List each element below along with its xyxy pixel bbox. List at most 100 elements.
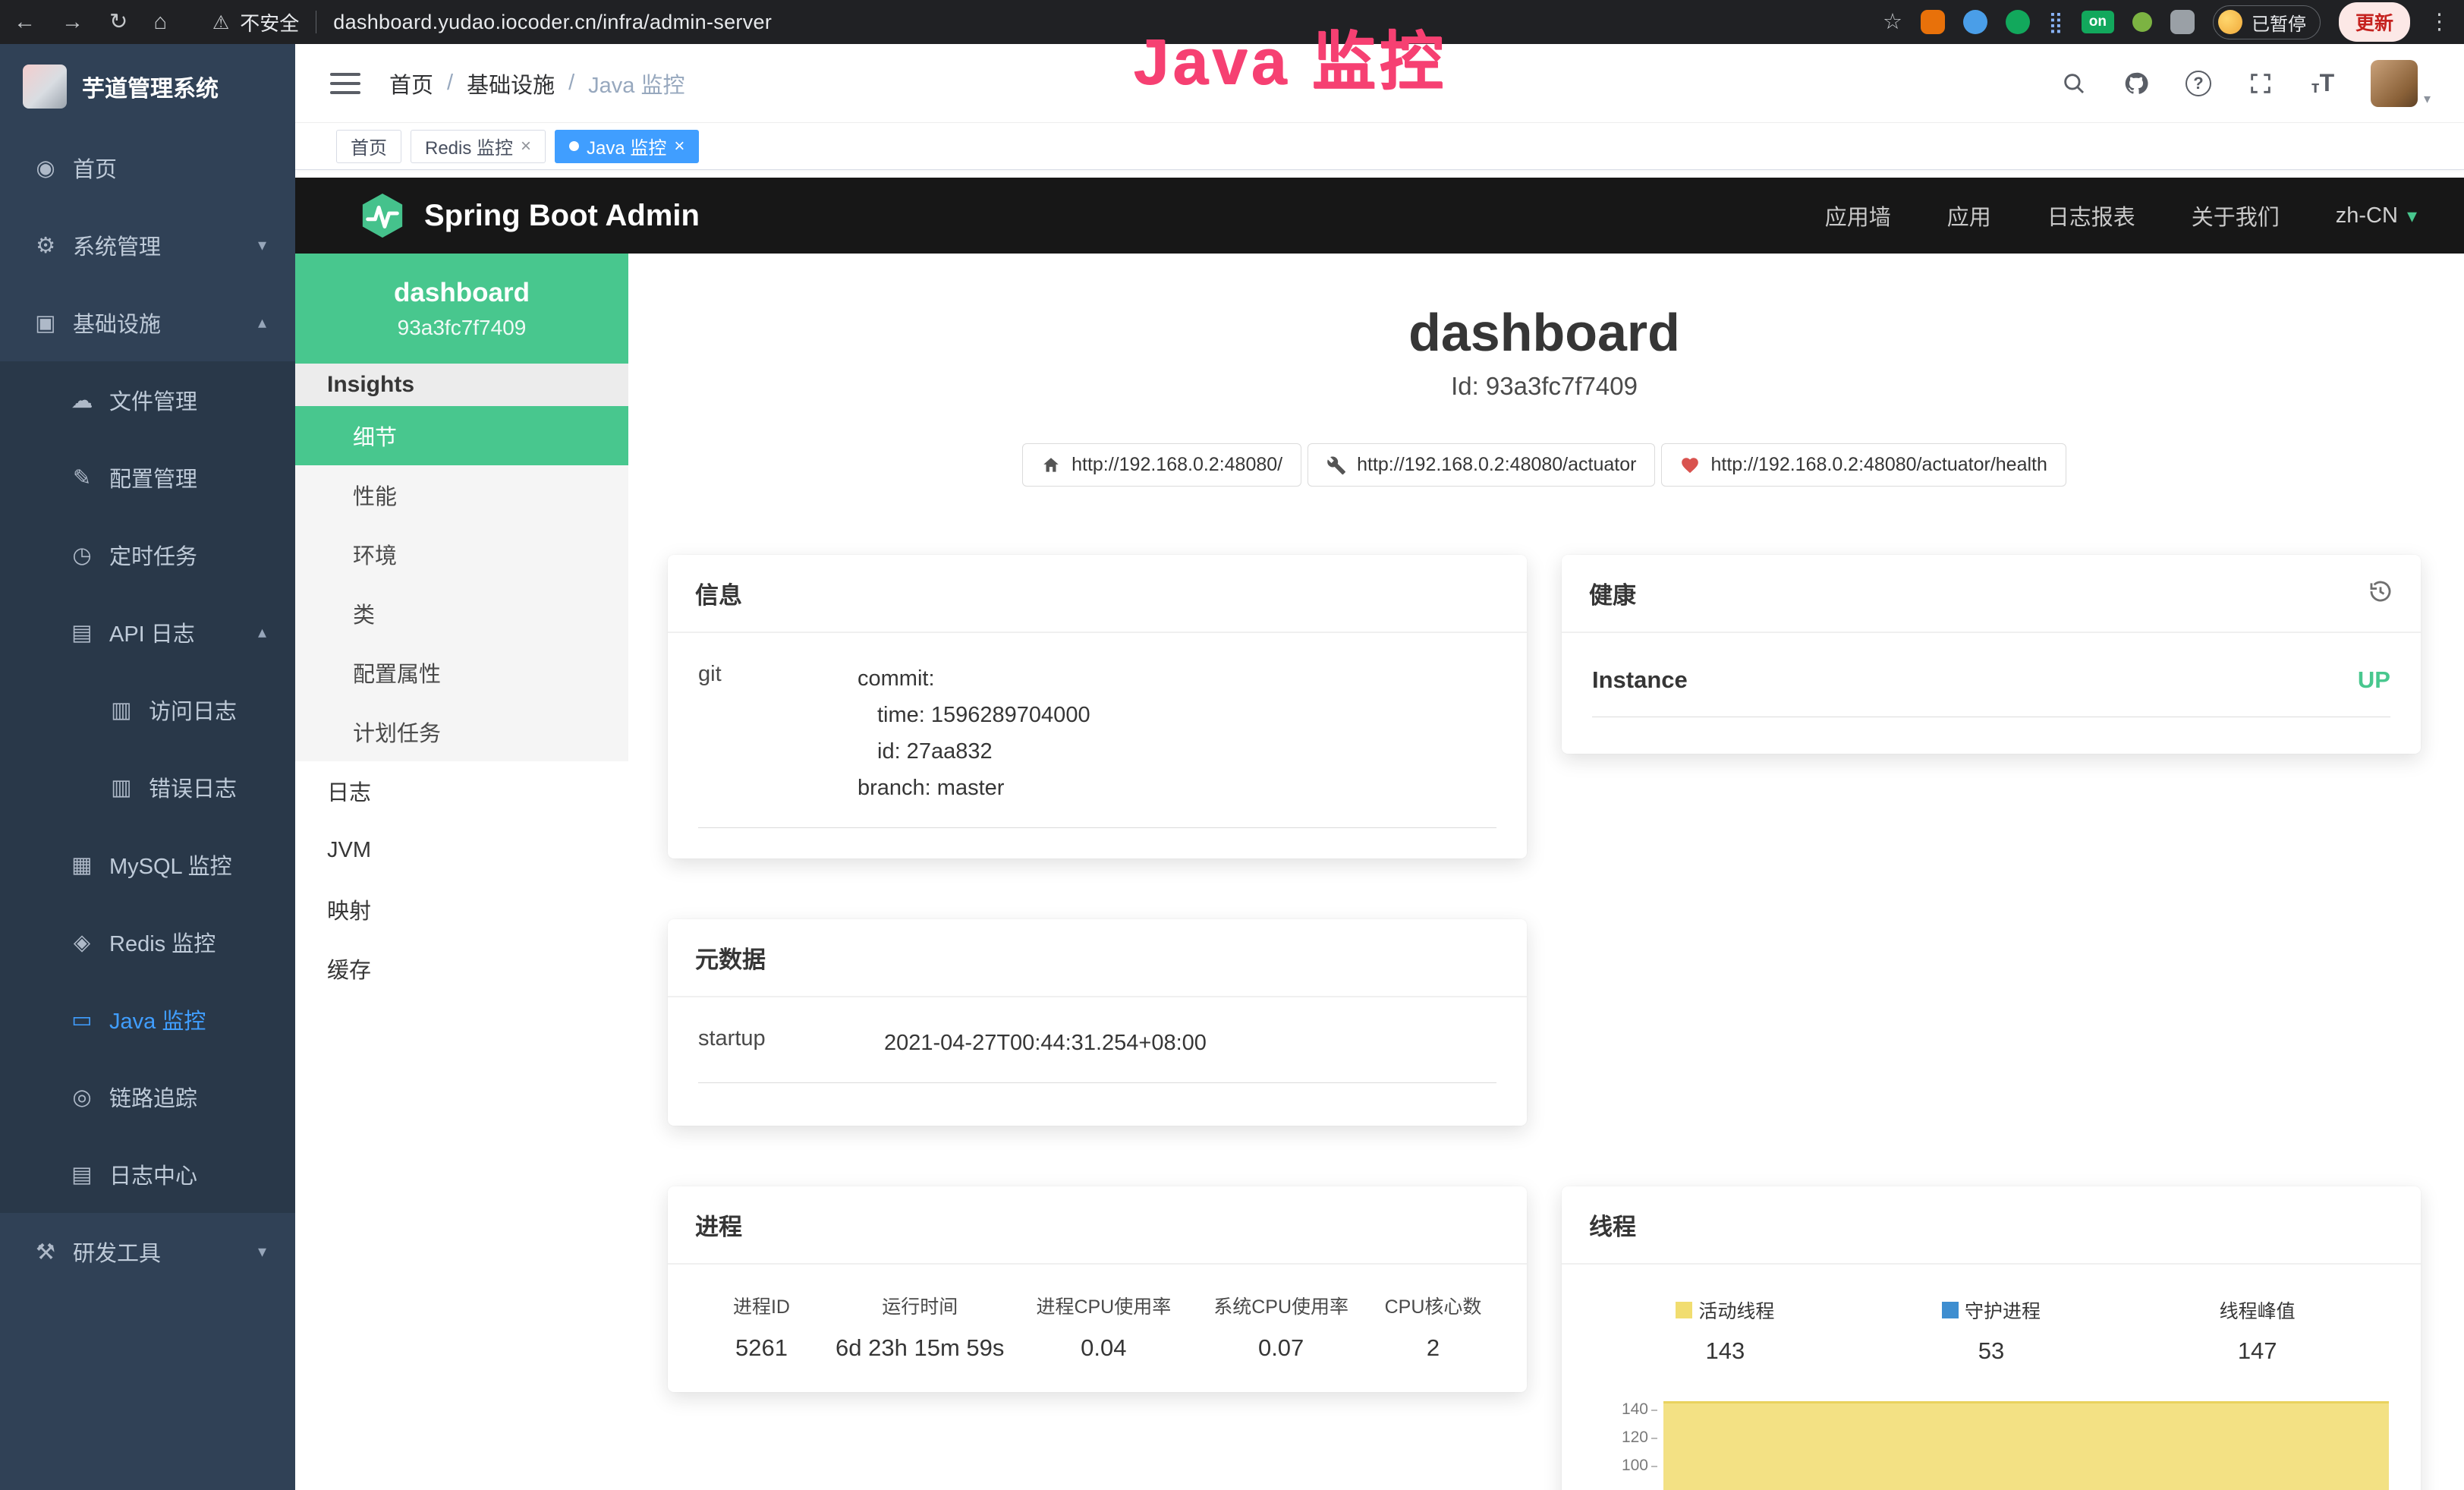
chevron-up-icon: ▴ xyxy=(258,313,266,332)
sidebar-item-api-logs[interactable]: ▤ API 日志 ▴ xyxy=(0,594,295,671)
sidebar-item-scheduled-tasks[interactable]: ◷ 定时任务 xyxy=(0,516,295,594)
update-button[interactable]: 更新 xyxy=(2339,2,2410,42)
sba-brand[interactable]: Spring Boot Admin xyxy=(359,192,700,239)
legend-swatch-blue xyxy=(1942,1302,1959,1318)
y-tick: 120 xyxy=(1592,1423,1659,1451)
sba-nav-applications[interactable]: 应用 xyxy=(1947,200,1991,232)
infrastructure-submenu: ☁ 文件管理 ✎ 配置管理 ◷ 定时任务 ▤ API 日志 ▴ xyxy=(0,361,295,1213)
sba-nav-about[interactable]: 关于我们 xyxy=(2192,200,2280,232)
sba-item-mappings[interactable]: 映射 xyxy=(295,880,628,939)
sba-nav-journal[interactable]: 日志报表 xyxy=(2047,200,2135,232)
sidebar-item-log-center[interactable]: ▤ 日志中心 xyxy=(0,1136,295,1213)
tab-java-monitor[interactable]: Java 监控 xyxy=(555,130,699,163)
sba-item-jvm[interactable]: JVM xyxy=(295,821,628,880)
bookmark-star-icon[interactable] xyxy=(1883,11,1902,33)
tab-home[interactable]: 首页 xyxy=(336,130,401,163)
app-title: 芋道管理系统 xyxy=(82,70,219,103)
extension-icon-1[interactable] xyxy=(1921,10,1945,34)
sba-item-details[interactable]: 细节 xyxy=(295,406,628,465)
row-label: startup xyxy=(698,1025,884,1061)
url-text[interactable]: dashboard.yudao.iocoder.cn/infra/admin-s… xyxy=(333,11,772,34)
avatar[interactable] xyxy=(2371,60,2418,107)
sidebar-item-label: 访问日志 xyxy=(149,694,237,726)
sidebar-item-error-logs[interactable]: ▥ 错误日志 xyxy=(0,748,295,826)
sidebar-item-label: 基础设施 xyxy=(73,307,161,339)
sba-brand-title: Spring Boot Admin xyxy=(424,199,700,233)
sidebar-item-infrastructure[interactable]: ▣ 基础设施 ▴ xyxy=(0,284,295,361)
git-id-line: id: 27aa832 xyxy=(858,733,1090,770)
sidebar-item-system-management[interactable]: ⚙ 系统管理 ▾ xyxy=(0,206,295,284)
actuator-url-link[interactable]: http://192.168.0.2:48080/actuator xyxy=(1308,443,1655,487)
address-bar[interactable]: 不安全 dashboard.yudao.iocoder.cn/infra/adm… xyxy=(212,8,772,36)
row-label: git xyxy=(698,660,858,806)
tab-label: Java 监控 xyxy=(587,133,666,159)
stat-label: 进程ID xyxy=(698,1292,825,1319)
security-label[interactable]: 不安全 xyxy=(240,8,299,36)
help-icon[interactable] xyxy=(2184,69,2213,98)
sba-item-config-props[interactable]: 配置属性 xyxy=(295,643,628,702)
extension-icon-3[interactable] xyxy=(2006,10,2030,34)
sidebar-item-file-management[interactable]: ☁ 文件管理 xyxy=(0,361,295,439)
extension-on-badge[interactable]: on xyxy=(2082,11,2114,33)
threads-card: 线程 活动线程 143 守护进程 xyxy=(1562,1186,2421,1490)
reload-icon[interactable] xyxy=(109,11,127,33)
sba-item-caches[interactable]: 缓存 xyxy=(295,939,628,998)
puzzle-icon[interactable] xyxy=(2170,10,2195,34)
forward-icon[interactable] xyxy=(61,11,83,33)
sba-item-scheduled[interactable]: 计划任务 xyxy=(295,702,628,761)
wrench-icon xyxy=(1326,455,1346,475)
font-size-icon[interactable] xyxy=(2308,69,2337,98)
sba-item-logs[interactable]: 日志 xyxy=(295,761,628,821)
monitor-icon: ▣ xyxy=(29,310,62,336)
tab-label: Redis 监控 xyxy=(425,133,513,159)
breadcrumb-current: Java 监控 xyxy=(588,68,684,99)
profile-paused-badge[interactable]: 已暂停 xyxy=(2213,5,2321,39)
metadata-card: 元数据 startup 2021-04-27T00:44:31.254+08:0… xyxy=(668,919,1527,1126)
sidebar-item-access-logs[interactable]: ▥ 访问日志 xyxy=(0,671,295,748)
sba-header: Spring Boot Admin 应用墙 应用 日志报表 关于我们 zh-CN xyxy=(295,178,2464,254)
app-logo[interactable]: 芋道管理系统 xyxy=(0,44,295,129)
close-icon[interactable] xyxy=(674,136,684,157)
close-icon[interactable] xyxy=(521,136,531,157)
annotation-java-monitor: Java 监控 xyxy=(1133,11,1446,102)
sba-app-header[interactable]: dashboard 93a3fc7f7409 xyxy=(295,254,628,364)
breadcrumb-home[interactable]: 首页 xyxy=(389,68,433,99)
stat-value: 0.07 xyxy=(1192,1334,1370,1362)
fullscreen-icon[interactable] xyxy=(2246,69,2275,98)
health-instance-row: Instance UP xyxy=(1592,666,2390,717)
tab-redis-monitor[interactable]: Redis 监控 xyxy=(411,130,546,163)
sba-item-classes[interactable]: 类 xyxy=(295,584,628,643)
sba-nav-wallboard[interactable]: 应用墙 xyxy=(1825,200,1891,232)
sba-item-environment[interactable]: 环境 xyxy=(295,524,628,584)
breadcrumb-infrastructure[interactable]: 基础设施 xyxy=(467,68,555,99)
search-icon[interactable] xyxy=(2060,69,2088,98)
sidebar-item-mysql-monitor[interactable]: ▦ MySQL 监控 xyxy=(0,826,295,903)
github-icon[interactable] xyxy=(2122,69,2151,98)
sidebar-item-home[interactable]: ◉ 首页 xyxy=(0,129,295,206)
tab-label: 首页 xyxy=(351,133,387,159)
hamburger-icon[interactable] xyxy=(330,73,360,94)
info-card: 信息 git commit: time: 1596289704000 id: 2… xyxy=(668,555,1527,858)
sidebar-item-label: 首页 xyxy=(73,152,117,184)
user-menu[interactable] xyxy=(2371,60,2431,107)
sidebar-item-redis-monitor[interactable]: ◈ Redis 监控 xyxy=(0,903,295,981)
sidebar-item-java-monitor[interactable]: ▭ Java 监控 xyxy=(0,981,295,1058)
history-icon[interactable] xyxy=(2368,578,2393,608)
metadata-row-startup: startup 2021-04-27T00:44:31.254+08:00 xyxy=(698,1025,1496,1083)
chart-y-axis: 140 120 100 xyxy=(1592,1395,1659,1490)
menu-kebab-icon[interactable] xyxy=(2428,11,2450,33)
health-url-link[interactable]: http://192.168.0.2:48080/actuator/health xyxy=(1661,443,2066,487)
sidebar-item-dev-tools[interactable]: ⚒ 研发工具 ▾ xyxy=(0,1213,295,1290)
back-icon[interactable] xyxy=(14,11,36,33)
sba-item-performance[interactable]: 性能 xyxy=(295,465,628,524)
service-url-link[interactable]: http://192.168.0.2:48080/ xyxy=(1022,443,1301,487)
extensions-grid-icon[interactable] xyxy=(2048,11,2063,33)
legend-peak-threads: 线程峰值 147 xyxy=(2124,1296,2390,1365)
sidebar-item-trace[interactable]: ◎ 链路追踪 xyxy=(0,1058,295,1136)
extension-icon-4[interactable] xyxy=(2132,12,2152,32)
sba-language-select[interactable]: zh-CN xyxy=(2336,203,2417,228)
extension-icon-2[interactable] xyxy=(1963,10,1987,34)
spring-boot-admin: Spring Boot Admin 应用墙 应用 日志报表 关于我们 zh-CN xyxy=(295,178,2464,1490)
sidebar-item-config-management[interactable]: ✎ 配置管理 xyxy=(0,439,295,516)
home-icon[interactable] xyxy=(153,11,167,33)
